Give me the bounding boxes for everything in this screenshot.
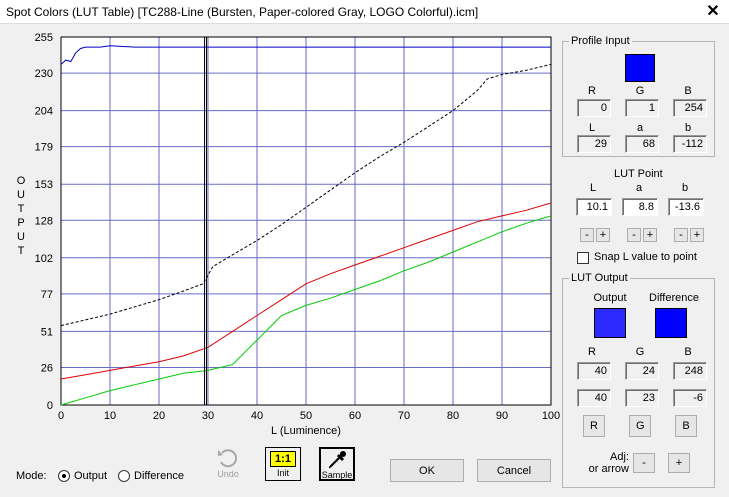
profile-input-b-label: B	[684, 85, 692, 97]
lut-chart[interactable]: OUTPUT 0 10 20 30 40 50 60 70 80 90 100 0 26 51 77 102 1…	[0, 26, 562, 440]
y-tick-label: 255	[35, 32, 53, 44]
close-icon[interactable]: ✕	[703, 2, 723, 22]
lut-point-l-label: L	[589, 182, 597, 194]
eyedropper-icon	[328, 451, 346, 469]
lut-output-difference-label: Difference	[649, 292, 699, 304]
lut-output-swatch	[594, 308, 626, 338]
y-tick-label: 77	[41, 289, 53, 301]
lut-point-b-plus-button[interactable]: +	[690, 228, 704, 242]
mode-label: Mode:	[16, 470, 47, 482]
snap-l-label: Snap L value to point	[594, 251, 697, 263]
profile-input-b2-label: b	[684, 122, 692, 134]
x-tick-label: 70	[398, 410, 410, 422]
lut-difference-r-field: 40	[577, 389, 611, 407]
y-tick-label: 51	[41, 326, 53, 338]
cancel-button[interactable]: Cancel	[477, 459, 551, 482]
lut-point-b-label: b	[681, 182, 689, 194]
profile-input-l-field: 29	[577, 135, 611, 153]
x-tick-label: 80	[447, 410, 459, 422]
x-tick-label: 10	[104, 410, 116, 422]
x-tick-label: 100	[542, 410, 560, 422]
lut-output-b-label: B	[684, 346, 692, 358]
profile-input-b-field: 254	[673, 99, 707, 117]
lut-output-g-button[interactable]: G	[629, 415, 651, 437]
init-button[interactable]: 1:1 Init	[265, 447, 301, 481]
y-tick-label: 204	[35, 106, 53, 118]
y-tick-label: 153	[35, 179, 53, 191]
y-tick-label: 26	[41, 362, 53, 374]
snap-l-checkbox[interactable]	[577, 252, 589, 264]
lut-point-a-label: a	[635, 182, 643, 194]
y-tick-label: 230	[35, 68, 53, 80]
undo-button[interactable]: Undo	[210, 447, 246, 481]
x-tick-label: 40	[251, 410, 263, 422]
profile-input-g-field: 1	[625, 99, 659, 117]
sample-label: Sample	[321, 470, 353, 480]
lut-point-l-plus-button[interactable]: +	[596, 228, 610, 242]
undo-label: Undo	[217, 469, 239, 479]
adj-label: Adj:	[610, 451, 629, 463]
x-axis-label: L (Luminence)	[271, 425, 341, 437]
profile-input-a-field: 68	[625, 135, 659, 153]
lut-difference-swatch	[655, 308, 687, 338]
lut-output-output-label: Output	[593, 292, 627, 304]
lut-output-g-label: G	[635, 346, 645, 358]
adj-or-arrow-label: or arrow	[588, 463, 629, 475]
adj-minus-button[interactable]: -	[633, 453, 655, 473]
profile-input-group: Profile Input R G B 0 1 254 L a b 29 68 …	[562, 35, 715, 157]
lut-output-r-field: 40	[577, 362, 611, 380]
lut-point-b-minus-button[interactable]: -	[674, 228, 688, 242]
profile-input-l-label: L	[588, 122, 596, 134]
x-tick-label: 60	[349, 410, 361, 422]
lut-point-l-minus-button[interactable]: -	[580, 228, 594, 242]
lut-output-b-field: 248	[673, 362, 707, 380]
x-tick-label: 50	[300, 410, 312, 422]
mode-difference-radio[interactable]	[118, 470, 130, 482]
x-tick-label: 20	[153, 410, 165, 422]
x-tick-label: 90	[496, 410, 508, 422]
adj-plus-button[interactable]: +	[668, 453, 690, 473]
lut-chart-svg: 0 10 20 30 40 50 60 70 80 90 100 0 26 51 77 102 128 153 17…	[35, 32, 561, 437]
lut-output-r-label: R	[588, 346, 596, 358]
ok-button[interactable]: OK	[390, 459, 464, 482]
title-bar: Spot Colors (LUT Table) [TC288-Line (Bur…	[0, 0, 729, 24]
init-label: Init	[276, 468, 289, 478]
mode-output-radio[interactable]	[58, 470, 70, 482]
lut-point-title: LUT Point	[614, 168, 663, 180]
x-tick-label: 0	[58, 410, 64, 422]
profile-input-g-label: G	[635, 85, 645, 97]
undo-icon	[218, 449, 238, 468]
lut-point-a-minus-button[interactable]: -	[627, 228, 641, 242]
lut-output-b-button[interactable]: B	[675, 415, 697, 437]
y-tick-label: 128	[35, 215, 53, 227]
lut-output-group: LUT Output Output Difference R G B 40 24…	[562, 272, 715, 488]
lut-output-r-button[interactable]: R	[583, 415, 605, 437]
profile-input-b2-field: -112	[673, 135, 707, 153]
sample-button[interactable]: Sample	[319, 447, 355, 481]
mode-difference-label: Difference	[134, 470, 184, 482]
lut-output-g-field: 24	[625, 362, 659, 380]
y-tick-label: 179	[35, 142, 53, 154]
profile-input-a-label: a	[636, 122, 644, 134]
lut-difference-b-field: -6	[673, 389, 707, 407]
lut-difference-g-field: 23	[625, 389, 659, 407]
lut-output-title: LUT Output	[569, 272, 630, 284]
y-tick-label: 102	[35, 253, 53, 265]
lut-point-l-input[interactable]: 10.1	[576, 198, 612, 216]
window-title: Spot Colors (LUT Table) [TC288-Line (Bur…	[6, 5, 479, 19]
y-tick-label: 0	[47, 400, 53, 412]
init-badge: 1:1	[270, 451, 296, 467]
lut-point-b-input[interactable]: -13.6	[668, 198, 704, 216]
profile-input-swatch	[625, 54, 655, 82]
lut-point-a-input[interactable]: 8.8	[622, 198, 658, 216]
profile-input-title: Profile Input	[569, 35, 632, 47]
lut-point-a-plus-button[interactable]: +	[643, 228, 657, 242]
profile-input-r-label: R	[588, 85, 596, 97]
x-tick-label: 30	[202, 410, 214, 422]
profile-input-r-field: 0	[577, 99, 611, 117]
mode-output-label: Output	[74, 470, 108, 482]
